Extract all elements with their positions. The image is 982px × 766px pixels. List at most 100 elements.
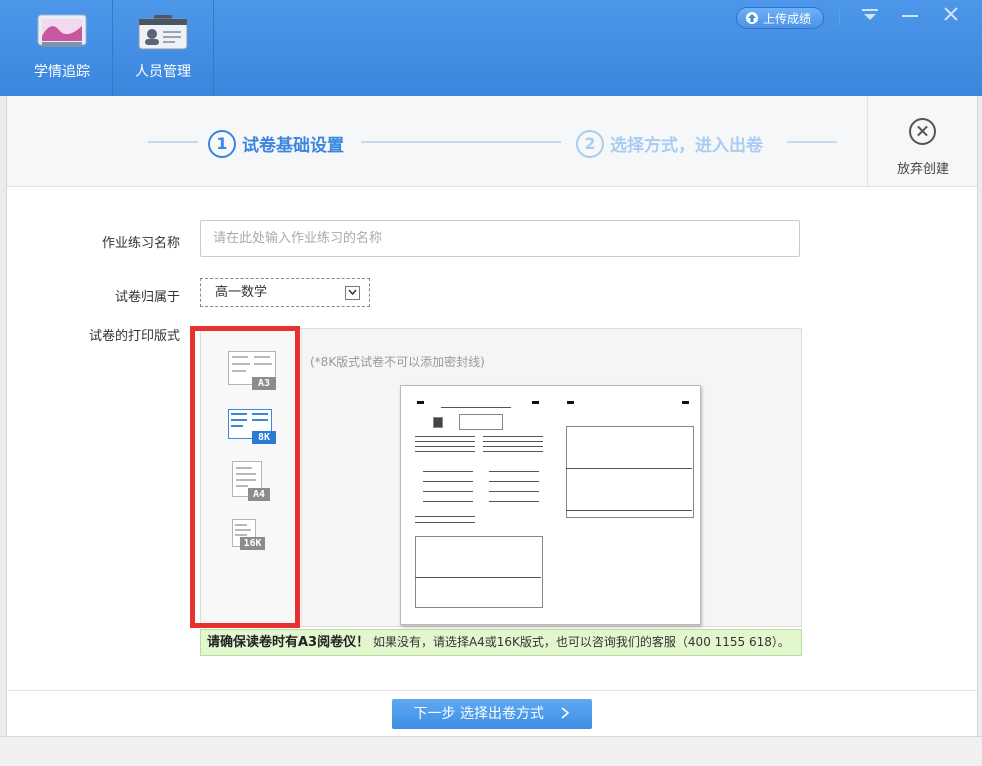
preview-box (459, 414, 503, 430)
abandon-create-button[interactable]: 放弃创建 (867, 96, 978, 186)
format-tag: 8K (252, 431, 276, 444)
paper-line (236, 473, 256, 475)
abandon-label: 放弃创建 (896, 162, 949, 177)
step-line (148, 141, 198, 143)
paper-line (231, 419, 247, 421)
step-line (787, 141, 837, 143)
preview-line (423, 501, 473, 502)
dropdown-menu-icon[interactable] (857, 6, 883, 28)
preview-line (415, 522, 475, 523)
next-step-label: 下一步 选择出卷方式 (413, 706, 544, 722)
preview-line (566, 468, 692, 469)
preview-line (415, 436, 475, 437)
preview-mark (567, 401, 574, 404)
preview-line (489, 471, 539, 472)
window-control-separator (839, 6, 840, 26)
preview-line (489, 481, 539, 482)
id-card-icon (138, 15, 188, 50)
format-tag: 16K (240, 537, 265, 550)
nav-label: 人员管理 (135, 64, 191, 80)
homework-name-label: 作业练习名称 (101, 236, 180, 251)
bottom-edge (0, 736, 982, 766)
paper-line (252, 413, 268, 415)
step-line (361, 141, 561, 143)
preview-line (483, 441, 543, 442)
preview-line (415, 577, 541, 578)
footer-divider (7, 690, 977, 691)
preview-title (441, 407, 511, 408)
paper-line (236, 485, 248, 487)
format-option-a4[interactable]: A4 (228, 461, 276, 501)
preview-line (415, 446, 475, 447)
step-2-number: 2 (576, 130, 604, 158)
preview-line (423, 491, 473, 492)
qr-code-icon (433, 417, 443, 428)
preview-line (415, 516, 475, 517)
paper-line (235, 534, 247, 536)
paper-line (232, 370, 246, 372)
paper-line (232, 356, 248, 358)
warning-text: 如果没有，请选择A4或16K版式，也可以咨询我们的客服（400 1155 618… (372, 635, 790, 649)
preview-line (489, 501, 539, 502)
close-icon[interactable] (938, 6, 964, 28)
paper-line (235, 529, 251, 531)
top-navigation-bar: 学情追踪 人员管理 上传成绩 (0, 0, 982, 96)
paper-line (252, 419, 268, 421)
print-format-label: 试卷的打印版式 (88, 329, 180, 344)
format-note: (*8K版式试卷不可以添加密封线) (310, 355, 485, 369)
chevron-down-icon (345, 286, 360, 300)
step-1-label: 试卷基础设置 (242, 136, 344, 156)
homework-name-input[interactable] (200, 220, 800, 257)
step-header: 1 试卷基础设置 2 选择方式，进入出卷 放弃创建 (7, 96, 977, 187)
preview-answer-box (566, 426, 694, 518)
subject-select[interactable]: 高一数学 (200, 278, 370, 307)
paper-line (231, 425, 243, 427)
paper-line (254, 363, 272, 365)
nav-item-people-management[interactable]: 人员管理 (113, 0, 214, 96)
paper-line (236, 467, 252, 469)
warning-bold: 请确保读卷时有A3阅卷仪！ (207, 635, 370, 650)
upload-label: 上传成绩 (763, 12, 812, 26)
chevron-right-icon (561, 707, 570, 719)
subject-value: 高一数学 (215, 285, 268, 300)
paper-line (231, 413, 247, 415)
format-option-8k[interactable]: 8K (228, 409, 276, 447)
upload-arrow-icon (746, 12, 758, 24)
preview-mark (417, 401, 424, 404)
preview-line (483, 436, 543, 437)
paper-line (232, 363, 250, 365)
format-option-a3[interactable]: A3 (228, 351, 276, 390)
preview-line (489, 491, 539, 492)
format-options: A3 8K A4 16K (201, 329, 302, 626)
preview-line (423, 471, 473, 472)
preview-line (423, 481, 473, 482)
preview-line (415, 451, 475, 452)
right-scroll-edge (977, 96, 982, 736)
preview-line (483, 451, 543, 452)
preview-line (566, 510, 692, 511)
preview-mark (682, 401, 689, 404)
preview-line (415, 441, 475, 442)
next-step-button[interactable]: 下一步 选择出卷方式 (392, 699, 592, 729)
paper-line (236, 479, 256, 481)
step-1-number: 1 (208, 130, 236, 158)
a3-reader-warning: 请确保读卷时有A3阅卷仪！ 如果没有，请选择A4或16K版式，也可以咨询我们的客… (200, 629, 802, 656)
main-form: 作业练习名称 试卷归属于 高一数学 试卷的打印版式 A3 (7, 187, 977, 736)
print-format-panel: A3 8K A4 16K (*8K版式试卷不可以添加密封线) (200, 328, 802, 627)
paper-line (254, 356, 270, 358)
answer-sheet-preview (400, 385, 701, 625)
chart-monitor-icon (37, 14, 87, 47)
step-2-label: 选择方式，进入出卷 (610, 136, 763, 156)
format-tag: A3 (252, 377, 276, 390)
nav-item-learning-tracking[interactable]: 学情追踪 (12, 0, 113, 96)
minimize-icon[interactable] (897, 6, 923, 28)
paper-line (235, 524, 247, 526)
preview-line (483, 446, 543, 447)
close-circle-icon (909, 118, 936, 145)
format-option-16k[interactable]: 16K (228, 519, 276, 557)
format-tag: A4 (248, 488, 270, 501)
nav-label: 学情追踪 (34, 64, 90, 80)
preview-mark (532, 401, 539, 404)
preview-answer-box (415, 536, 543, 608)
upload-scores-button[interactable]: 上传成绩 (736, 7, 824, 29)
